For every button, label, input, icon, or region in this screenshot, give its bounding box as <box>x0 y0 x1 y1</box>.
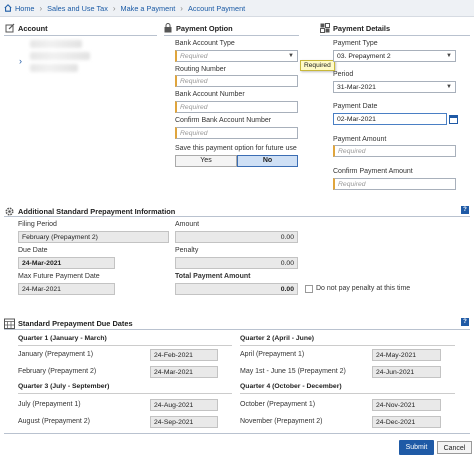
chevron-right-icon[interactable]: › <box>19 56 22 66</box>
due-date-field: 24-Mar-2021 <box>18 257 115 269</box>
payment-date-input[interactable]: 02-Mar-2021 <box>333 113 447 125</box>
chevron-down-icon: ▼ <box>288 53 294 59</box>
breadcrumb-home[interactable]: Home <box>15 4 34 13</box>
home-icon <box>4 4 12 12</box>
max-future-date-label: Max Future Payment Date <box>18 273 100 280</box>
confirm-amount-label: Confirm Payment Amount <box>333 168 413 175</box>
quarter-row-date: 24-May-2021 <box>372 349 441 361</box>
due-dates-title: Standard Prepayment Due Dates <box>18 319 133 328</box>
bank-account-type-label: Bank Account Type <box>175 40 235 47</box>
no-penalty-label: Do not pay penalty at this time <box>316 285 411 292</box>
filing-period-label: Filing Period <box>18 221 57 228</box>
quarter-row-label: May 1st - June 15 (Prepayment 2) <box>240 368 346 375</box>
payment-date-label: Payment Date <box>333 103 378 110</box>
amount-label: Amount <box>175 221 200 228</box>
confirm-bank-account-label: Confirm Bank Account Number <box>175 117 272 124</box>
filing-period-field: February (Prepayment 2) <box>18 231 169 243</box>
amount-field: 0.00 <box>175 231 298 243</box>
due-date-label: Due Date <box>18 247 48 254</box>
quarter-row-label: November (Prepayment 2) <box>240 418 323 425</box>
quarter-1-title: Quarter 1 (January - March) <box>18 335 107 342</box>
quarter-row-date: 24-Sep-2021 <box>150 416 218 428</box>
bank-account-number-label: Bank Account Number <box>175 91 245 98</box>
payment-details-title: Payment Details <box>333 24 391 33</box>
quarter-row-date: 24-Aug-2021 <box>150 399 218 411</box>
routing-number-label: Routing Number <box>175 66 226 73</box>
quarter-row-label: August (Prepayment 2) <box>18 418 90 425</box>
quarter-row-date: 24-Feb-2021 <box>150 349 218 361</box>
total-payment-label: Total Payment Amount <box>175 273 251 280</box>
bank-account-type-select[interactable]: Required ▼ <box>175 50 298 62</box>
breadcrumb-account-payment: Account Payment <box>187 3 246 13</box>
required-tooltip: Required <box>300 60 335 71</box>
quarter-row-date: 24-Jun-2021 <box>372 366 441 378</box>
prepayment-info-title: Additional Standard Prepayment Informati… <box>18 207 176 216</box>
confirm-amount-input[interactable]: Required <box>333 178 456 190</box>
payment-type-label: Payment Type <box>333 40 378 47</box>
save-option-label: Save this payment option for future use <box>175 145 297 152</box>
account-title: Account <box>18 24 48 33</box>
total-payment-field: 0.00 <box>175 283 298 295</box>
details-icon <box>320 23 330 33</box>
quarter-row-date: 24-Nov-2021 <box>372 399 441 411</box>
quarter-4-title: Quarter 4 (October - December) <box>240 383 342 390</box>
breadcrumb-separator-icon: › <box>112 3 116 13</box>
breadcrumb-separator-icon: › <box>39 3 43 13</box>
breadcrumb-make-payment[interactable]: Make a Payment <box>121 4 176 13</box>
no-penalty-checkbox[interactable] <box>305 285 313 293</box>
quarter-row-date: 24-Dec-2021 <box>372 416 441 428</box>
quarter-2-title: Quarter 2 (April - June) <box>240 335 315 342</box>
penalty-field: 0.00 <box>175 257 298 269</box>
max-future-date-field: 24-Mar-2021 <box>18 283 115 295</box>
confirm-bank-account-input[interactable]: Required <box>175 127 298 139</box>
payment-amount-input[interactable]: Required <box>333 145 456 157</box>
submit-button[interactable]: Submit <box>399 440 434 455</box>
penalty-label: Penalty <box>175 247 199 254</box>
quarter-3-title: Quarter 3 (July - September) <box>18 383 110 390</box>
breadcrumb-separator-icon: › <box>180 3 183 13</box>
bank-account-number-input[interactable]: Required <box>175 101 298 113</box>
period-select[interactable]: 31-Mar-2021 ▼ <box>333 81 456 93</box>
calendar-icon[interactable] <box>449 114 458 124</box>
chevron-down-icon: ▼ <box>446 84 452 90</box>
account-name-redacted <box>30 40 82 48</box>
breadcrumb: Home › Sales and Use Tax › Make a Paymen… <box>0 0 474 17</box>
help-icon[interactable]: ? <box>461 318 469 326</box>
quarter-row-label: October (Prepayment 1) <box>240 401 316 408</box>
cancel-button[interactable]: Cancel <box>437 441 472 454</box>
routing-number-input[interactable]: Required <box>175 75 298 87</box>
chevron-down-icon: ▼ <box>446 53 452 59</box>
calendar-grid-icon <box>4 318 15 329</box>
breadcrumb-sales-use-tax[interactable]: Sales and Use Tax <box>47 4 108 13</box>
quarter-row-label: July (Prepayment 1) <box>18 401 81 408</box>
quarter-row-date: 24-Mar-2021 <box>150 366 218 378</box>
save-no-button[interactable]: No <box>237 155 298 167</box>
payment-option-title: Payment Option <box>176 24 233 33</box>
payment-type-select[interactable]: 03. Prepayment 2 ▼ <box>333 50 456 62</box>
quarter-row-label: February (Prepayment 2) <box>18 368 97 375</box>
edit-icon <box>5 23 15 33</box>
account-id-redacted <box>30 52 90 60</box>
period-label: Period <box>333 71 354 78</box>
lock-icon <box>164 23 172 33</box>
quarter-row-label: April (Prepayment 1) <box>240 351 305 358</box>
quarter-row-label: January (Prepayment 1) <box>18 351 94 358</box>
help-icon[interactable]: ? <box>461 206 469 214</box>
account-address-redacted <box>30 64 78 72</box>
payment-amount-label: Payment Amount <box>333 136 387 143</box>
save-yes-button[interactable]: Yes <box>175 155 237 167</box>
